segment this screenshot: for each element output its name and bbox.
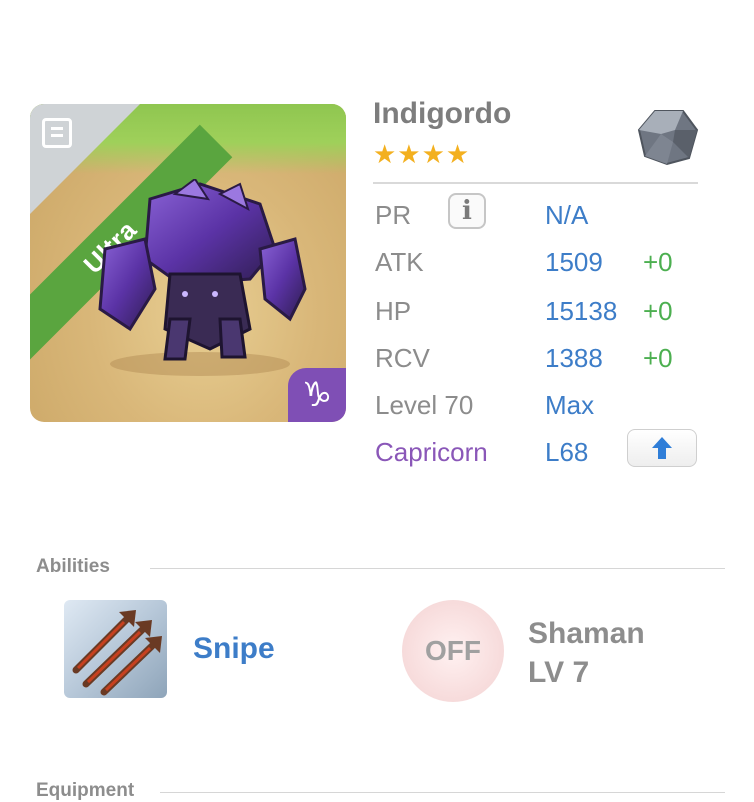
rcv-label: RCV bbox=[375, 343, 430, 373]
arrows-icon bbox=[72, 610, 162, 696]
abilities-divider bbox=[150, 568, 725, 569]
level-label: Level 70 bbox=[375, 390, 474, 420]
zodiac-sign-level: L68 bbox=[545, 437, 589, 467]
rarity-stars: ★★★★ bbox=[373, 139, 471, 169]
hp-label: HP bbox=[375, 296, 412, 326]
arrow-up-icon bbox=[652, 437, 672, 459]
monster-name: Indigordo bbox=[373, 97, 512, 130]
abilities-section-title: Abilities bbox=[36, 556, 110, 577]
passive-name: Shaman bbox=[528, 617, 645, 650]
atk-bonus: +0 bbox=[643, 247, 673, 277]
equipment-section-title: Equipment bbox=[36, 780, 135, 801]
zodiac-badge: ♑ bbox=[288, 368, 346, 422]
skill-icon[interactable] bbox=[64, 600, 167, 698]
passive-status-badge[interactable]: OFF bbox=[402, 600, 504, 702]
skill-name[interactable]: Snipe bbox=[193, 632, 275, 666]
stone-element-icon bbox=[637, 110, 699, 166]
card-icon bbox=[42, 118, 72, 148]
pr-value: N/A bbox=[545, 200, 589, 230]
pr-label: PR bbox=[375, 200, 412, 230]
pr-info-button[interactable]: i bbox=[448, 193, 486, 229]
passive-status-label: OFF bbox=[425, 635, 481, 666]
passive-level: LV 7 bbox=[528, 656, 590, 689]
monster-portrait[interactable]: Ultra ♑ bbox=[30, 104, 346, 422]
atk-value: 1509 bbox=[545, 247, 603, 277]
level-value: Max bbox=[545, 390, 595, 420]
rcv-bonus: +0 bbox=[643, 343, 673, 373]
equipment-divider bbox=[160, 792, 725, 793]
rcv-value: 1388 bbox=[545, 343, 603, 373]
monster-creature-image bbox=[98, 179, 307, 376]
header-divider bbox=[373, 182, 698, 184]
zodiac-upgrade-button[interactable] bbox=[627, 429, 697, 467]
atk-label: ATK bbox=[375, 247, 424, 277]
hp-bonus: +0 bbox=[643, 296, 673, 326]
hp-value: 15138 bbox=[545, 296, 618, 326]
zodiac-sign-label: Capricorn bbox=[375, 437, 488, 467]
